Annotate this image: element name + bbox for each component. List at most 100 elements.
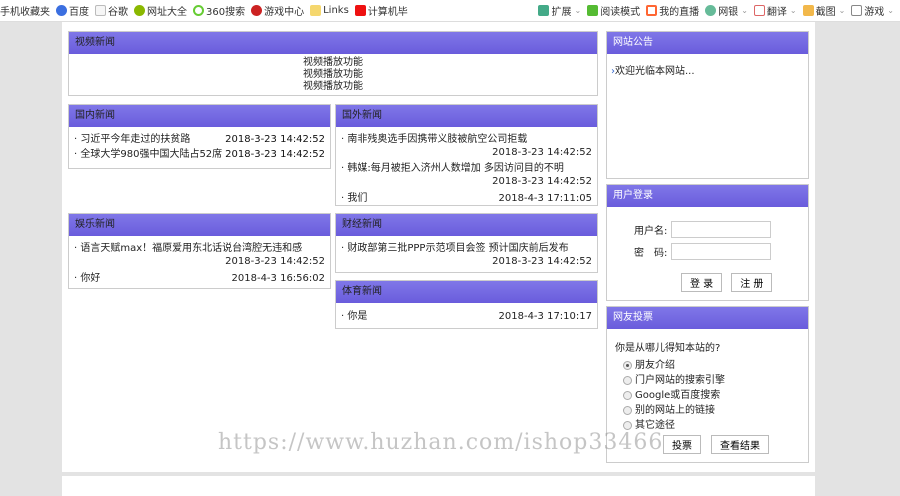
scissors-icon: [802, 5, 814, 16]
news-date: 2018-4-3 17:11:05: [498, 193, 592, 204]
live-button[interactable]: 我的直播: [646, 3, 699, 18]
bookmark-games[interactable]: 游戏中心: [251, 3, 304, 18]
bank-button[interactable]: 网银 ⌄: [705, 3, 748, 18]
vote-submit-button[interactable]: 投票: [663, 435, 701, 454]
panel-title: 财经新闻: [336, 214, 597, 236]
panel-title: 体育新闻: [336, 281, 597, 303]
gamepad-icon: [851, 5, 863, 16]
footer: [62, 476, 815, 496]
chevron-down-icon: ⌄: [574, 6, 582, 15]
translate-button[interactable]: 翻译 ⌄: [753, 3, 797, 18]
panel-title: 国外新闻: [336, 105, 597, 127]
games-button[interactable]: 游戏 ⌄: [851, 3, 894, 18]
option-label: 朋友介绍: [635, 360, 675, 371]
vote-option[interactable]: 门户网站的搜索引擎: [607, 373, 808, 388]
tv-icon: [646, 5, 658, 16]
chevron-down-icon: ⌄: [887, 6, 894, 15]
360-search-icon: [193, 5, 204, 16]
news-link[interactable]: · 你是: [341, 309, 367, 324]
chevron-down-icon: ⌄: [838, 6, 846, 15]
login-button[interactable]: 登 录: [681, 273, 723, 292]
radio[interactable]: [623, 406, 632, 415]
news-item[interactable]: · 南非残奥选手因携带义肢被航空公司拒载 2018-3-23 14:42:52: [336, 133, 597, 159]
password-input[interactable]: [671, 243, 771, 260]
video-line: 视频播放功能: [303, 57, 363, 68]
book-icon: [587, 5, 599, 16]
radio[interactable]: [623, 376, 632, 385]
news-item[interactable]: · 语言天赋max！福原爱用东北话说台湾腔无违和感 2018-3-23 14:42…: [69, 242, 330, 268]
plus-globe-icon: [134, 5, 145, 16]
bookmark-google[interactable]: 谷歌: [95, 3, 128, 18]
finance-news-panel: 财经新闻 · 财政部第三批PPP示范项目会签 预计国庆前后发布 2018-3-23…: [335, 213, 598, 273]
news-link[interactable]: · 习近平今年走过的扶贫路: [74, 132, 190, 147]
panel-title: 国内新闻: [69, 105, 330, 127]
news-link[interactable]: · 财政部第三批PPP示范项目会签 预计国庆前后发布: [341, 242, 592, 255]
news-link[interactable]: · 全球大学980强中国大陆占52席: [74, 147, 222, 162]
news-item[interactable]: · 你是 2018-4-3 17:10:17: [336, 309, 597, 324]
view-results-button[interactable]: 查看结果: [711, 435, 769, 454]
bookmark-360[interactable]: 360搜索: [193, 3, 245, 18]
news-item[interactable]: · 财政部第三批PPP示范项目会签 预计国庆前后发布 2018-3-23 14:4…: [336, 242, 597, 268]
news-item[interactable]: · 全球大学980强中国大陆占52席 2018-3-23 14:42:52: [69, 147, 330, 162]
site-icon: [354, 5, 366, 16]
news-item[interactable]: · 习近平今年走过的扶贫路 2018-3-23 14:42:52: [69, 132, 330, 147]
game-center-icon: [251, 5, 263, 16]
password-label: 密 码:: [634, 248, 668, 259]
radio[interactable]: [623, 391, 632, 400]
news-date: 2018-3-23 14:42:52: [225, 256, 325, 267]
folder-icon: [310, 5, 322, 16]
reading-mode-button[interactable]: 阅读模式: [587, 3, 640, 18]
news-date: 2018-3-23 14:42:52: [225, 149, 325, 160]
video-line: 视频播放功能: [303, 69, 363, 80]
extensions-button[interactable]: 扩展 ⌄: [538, 3, 581, 18]
username-label: 用户名:: [634, 226, 668, 237]
register-button[interactable]: 注 册: [731, 273, 773, 292]
notice-link[interactable]: 欢迎光临本网站...: [615, 66, 695, 77]
username-input[interactable]: [671, 221, 771, 238]
news-item[interactable]: · 我们 2018-4-3 17:11:05: [336, 191, 597, 206]
news-link[interactable]: · 语言天赋max！福原爱用东北话说台湾腔无违和感: [74, 242, 325, 255]
news-item[interactable]: · 你好 2018-4-3 16:56:02: [69, 271, 330, 286]
login-panel: 用户登录 用户名: 密 码: 登 录注 册: [606, 184, 809, 301]
bookmark-mobile[interactable]: 手机收藏夹: [0, 3, 50, 18]
panel-title: 网站公告: [607, 32, 808, 54]
news-link[interactable]: · 韩媒:每月被拒入济州人数增加 多因访问目的不明: [341, 162, 592, 175]
news-date: 2018-3-23 14:42:52: [225, 134, 325, 145]
browser-tools: 扩展 ⌄ 阅读模式 我的直播 网银 ⌄ 翻译 ⌄ 截图 ⌄ 游戏 ⌄: [538, 3, 900, 18]
panel-title: 用户登录: [607, 185, 808, 207]
sports-news-panel: 体育新闻 · 你是 2018-4-3 17:10:17: [335, 280, 598, 329]
vote-question: 你是从哪儿得知本站的?: [615, 343, 721, 354]
foreign-news-panel: 国外新闻 · 南非残奥选手因携带义肢被航空公司拒载 2018-3-23 14:42…: [335, 104, 598, 206]
vote-option[interactable]: Google或百度搜索: [607, 388, 808, 403]
news-item[interactable]: · 韩媒:每月被拒入济州人数增加 多因访问目的不明 2018-3-23 14:42…: [336, 162, 597, 188]
baidu-paw-icon: [56, 5, 67, 16]
news-link[interactable]: · 我们: [341, 191, 367, 206]
news-date: 2018-3-23 14:42:52: [492, 147, 592, 158]
video-line: 视频播放功能: [303, 81, 363, 92]
domestic-news-panel: 国内新闻 · 习近平今年走过的扶贫路 2018-3-23 14:42:52 · 全…: [68, 104, 331, 169]
bookmarks-toolbar: 手机收藏夹 百度 谷歌 网址大全 360搜索 游戏中心 Links 计算机毕 扩…: [0, 0, 900, 22]
news-link[interactable]: · 你好: [74, 271, 100, 286]
bookmark-computer[interactable]: 计算机毕: [354, 3, 408, 18]
news-link[interactable]: · 南非残奥选手因携带义肢被航空公司拒载: [341, 133, 592, 146]
news-date: 2018-3-23 14:42:52: [492, 176, 592, 187]
announcement-panel: 网站公告 ›欢迎光临本网站...: [606, 31, 809, 179]
option-label: 别的网站上的链接: [635, 405, 715, 416]
bookmark-baidu[interactable]: 百度: [56, 3, 89, 18]
radio[interactable]: [623, 421, 632, 430]
chevron-down-icon: ⌄: [789, 6, 797, 15]
news-date: 2018-3-23 14:42:52: [492, 256, 592, 267]
bookmark-links[interactable]: Links: [310, 5, 349, 16]
radio-checked[interactable]: [623, 361, 632, 370]
vote-option[interactable]: 朋友介绍: [607, 358, 808, 373]
option-label: Google或百度搜索: [635, 390, 721, 401]
panel-title: 视频新闻: [69, 32, 597, 54]
bookmark-hao[interactable]: 网址大全: [134, 3, 187, 18]
watermark: https://www.huzhan.com/ishop33466: [218, 430, 664, 455]
entertainment-news-panel: 娱乐新闻 · 语言天赋max！福原爱用东北话说台湾腔无违和感 2018-3-23 …: [68, 213, 331, 289]
option-label: 门户网站的搜索引擎: [635, 375, 725, 386]
vote-option[interactable]: 别的网站上的链接: [607, 403, 808, 418]
panel-title: 娱乐新闻: [69, 214, 330, 236]
news-date: 2018-4-3 17:10:17: [498, 311, 592, 322]
screenshot-button[interactable]: 截图 ⌄: [802, 3, 846, 18]
